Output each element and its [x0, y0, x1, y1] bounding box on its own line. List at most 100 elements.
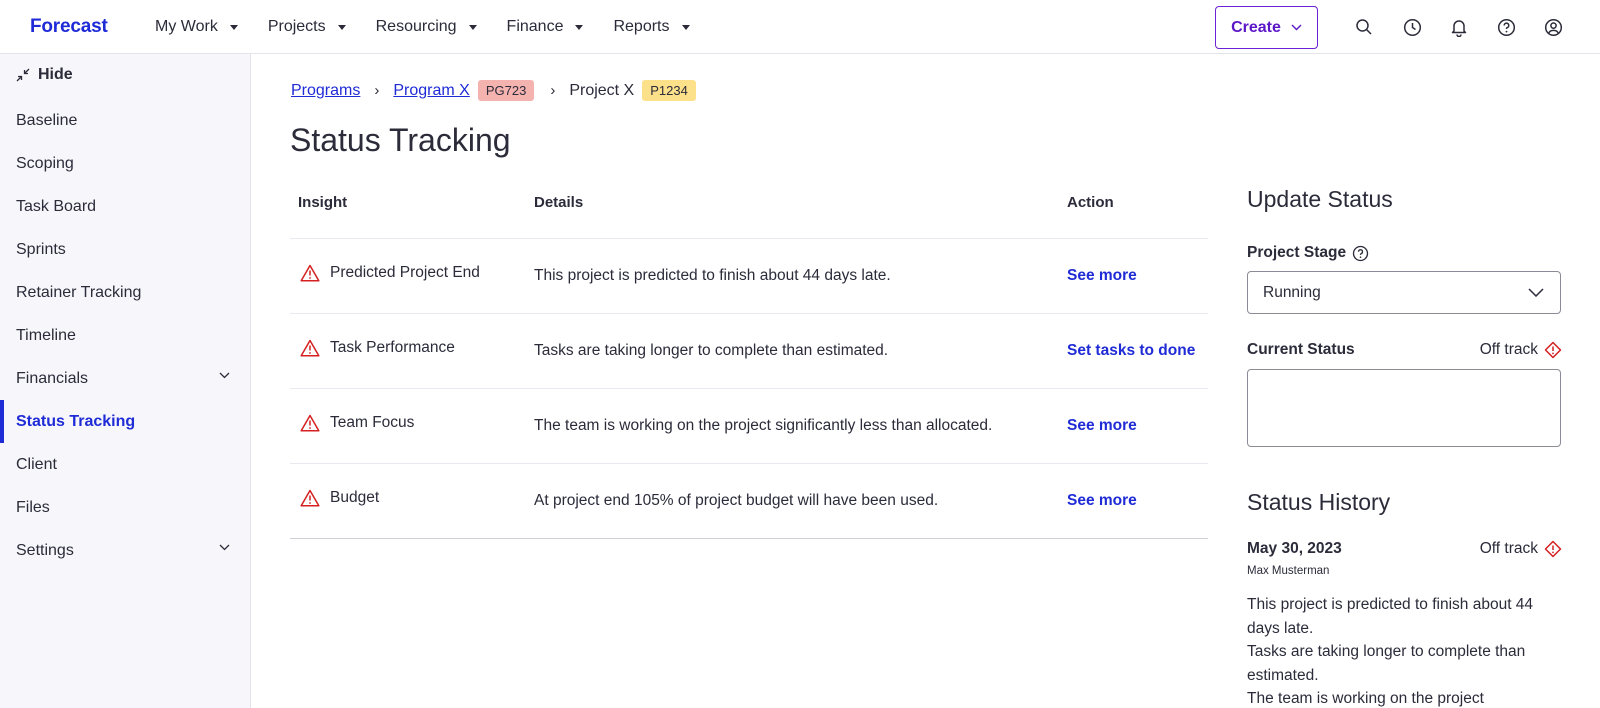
topnav-label: Reports: [613, 18, 670, 35]
history-line: The team is working on the project: [1247, 690, 1484, 707]
see-more-link[interactable]: See more: [1067, 417, 1137, 435]
table-row: Budget At project end 105% of project bu…: [290, 464, 1208, 539]
top-navigation-bar: Forecast My Work Projects Resourcing Fin…: [0, 0, 1600, 54]
caret-down-icon: [229, 24, 238, 30]
chevron-down-icon: [219, 544, 230, 551]
sidebar-item-label: Financials: [16, 369, 89, 387]
chevron-right-icon: ›: [374, 82, 380, 99]
brand-logo[interactable]: Forecast: [30, 16, 108, 38]
sidebar: Hide Baseline Scoping Task Board Sprints…: [0, 54, 251, 708]
project-stage-select[interactable]: Running: [1247, 271, 1561, 314]
topnav-projects[interactable]: Projects: [268, 18, 346, 36]
sidebar-item-label: Files: [16, 498, 50, 516]
sidebar-item-sprints[interactable]: Sprints: [0, 228, 250, 271]
search-icon[interactable]: [1353, 16, 1375, 38]
set-tasks-to-done-link[interactable]: Set tasks to done: [1067, 342, 1195, 360]
help-icon[interactable]: [1352, 245, 1369, 262]
sidebar-item-label: Scoping: [16, 154, 74, 172]
sidebar-item-task-board[interactable]: Task Board: [0, 185, 250, 228]
sidebar-item-label: Task Board: [16, 197, 97, 215]
clock-icon[interactable]: [1401, 16, 1423, 38]
sidebar-item-timeline[interactable]: Timeline: [0, 314, 250, 357]
help-icon[interactable]: [1495, 16, 1517, 38]
column-header-action: Action: [1067, 194, 1114, 211]
current-status-indicator: Off track: [1480, 341, 1562, 359]
see-more-link[interactable]: See more: [1067, 267, 1137, 285]
current-status-value: Off track: [1479, 341, 1538, 358]
sidebar-item-label: Client: [16, 455, 57, 473]
insight-cell: Predicted Project End: [300, 264, 480, 282]
sidebar-item-scoping[interactable]: Scoping: [0, 142, 250, 185]
chevron-down-icon: [1528, 288, 1544, 297]
topnav-resourcing[interactable]: Resourcing: [376, 18, 477, 36]
breadcrumb: Programs › Program X PG723 › Project X P…: [291, 80, 696, 101]
insight-label: Team Focus: [330, 414, 415, 431]
warning-icon: [300, 414, 320, 432]
topnav-label: My Work: [155, 18, 218, 35]
column-header-insight: Insight: [298, 194, 348, 211]
insight-label: Task Performance: [330, 339, 455, 356]
hide-sidebar-button[interactable]: Hide: [16, 66, 73, 84]
insight-cell: Task Performance: [300, 339, 455, 357]
status-history-title: Status History: [1247, 489, 1391, 515]
table-header: Insight Details Action: [290, 176, 1208, 239]
sidebar-item-financials[interactable]: Financials: [0, 357, 250, 400]
topnav-label: Finance: [506, 18, 564, 35]
top-nav: My Work Projects Resourcing Finance Repo…: [155, 0, 720, 54]
history-line: This project is predicted to finish abou…: [1247, 596, 1534, 637]
table-row: Team Focus The team is working on the pr…: [290, 389, 1208, 464]
history-entry-text: This project is predicted to finish abou…: [1247, 593, 1565, 708]
bell-icon[interactable]: [1448, 16, 1470, 38]
page-title: Status Tracking: [290, 122, 511, 158]
history-status-value: Off track: [1479, 540, 1538, 557]
topnav-label: Resourcing: [375, 18, 457, 35]
off-track-warning-icon: [1544, 540, 1562, 558]
details-cell: This project is predicted to finish abou…: [534, 267, 891, 284]
status-description-textarea[interactable]: [1247, 369, 1561, 447]
user-profile-icon[interactable]: [1542, 16, 1564, 38]
chevron-down-icon: [1291, 24, 1302, 31]
caret-down-icon: [681, 24, 690, 30]
sidebar-item-settings[interactable]: Settings: [0, 529, 250, 572]
history-line: Tasks are taking longer to complete than…: [1247, 643, 1526, 684]
caret-down-icon: [468, 24, 477, 30]
project-stage-label-text: Project Stage: [1247, 244, 1347, 261]
details-cell: The team is working on the project signi…: [534, 417, 993, 434]
breadcrumb-program-link[interactable]: Program X: [393, 82, 469, 100]
insights-table: Insight Details Action Predicted Project…: [290, 176, 1208, 539]
topnav-reports[interactable]: Reports: [613, 18, 690, 36]
update-status-title: Update Status: [1247, 186, 1393, 212]
sidebar-item-baseline[interactable]: Baseline: [0, 99, 250, 142]
create-button[interactable]: Create: [1215, 6, 1318, 49]
warning-icon: [300, 339, 320, 357]
chevron-right-icon: ›: [550, 82, 556, 99]
details-cell: Tasks are taking longer to complete than…: [534, 342, 889, 359]
see-more-link[interactable]: See more: [1067, 492, 1137, 510]
sidebar-item-label: Baseline: [16, 111, 78, 129]
sidebar-item-label: Retainer Tracking: [16, 283, 142, 301]
caret-down-icon: [575, 24, 584, 30]
sidebar-item-status-tracking[interactable]: Status Tracking: [0, 400, 250, 443]
sidebar-item-client[interactable]: Client: [0, 443, 250, 486]
project-stage-label: Project Stage: [1247, 244, 1369, 262]
sidebar-item-files[interactable]: Files: [0, 486, 250, 529]
topnav-finance[interactable]: Finance: [507, 18, 584, 36]
project-stage-value: Running: [1263, 283, 1321, 301]
sidebar-item-retainer-tracking[interactable]: Retainer Tracking: [0, 271, 250, 314]
sidebar-item-label: Timeline: [16, 326, 76, 344]
sidebar-item-label: Settings: [16, 541, 74, 559]
sidebar-item-label: Status Tracking: [16, 412, 136, 430]
history-entry-status: Off track: [1480, 540, 1562, 558]
current-status-label: Current Status: [1247, 341, 1355, 358]
history-entry-date: May 30, 2023: [1247, 540, 1342, 557]
hide-label: Hide: [38, 66, 73, 83]
topnav-label: Projects: [267, 18, 326, 35]
create-label: Create: [1231, 18, 1281, 36]
breadcrumb-programs-link[interactable]: Programs: [291, 82, 360, 100]
table-row: Predicted Project End This project is pr…: [290, 239, 1208, 314]
collapse-icon: [16, 68, 30, 82]
insight-cell: Team Focus: [300, 414, 414, 432]
history-entry-author: Max Musterman: [1247, 565, 1330, 577]
chevron-down-icon: [219, 372, 230, 379]
topnav-my-work[interactable]: My Work: [155, 18, 238, 36]
